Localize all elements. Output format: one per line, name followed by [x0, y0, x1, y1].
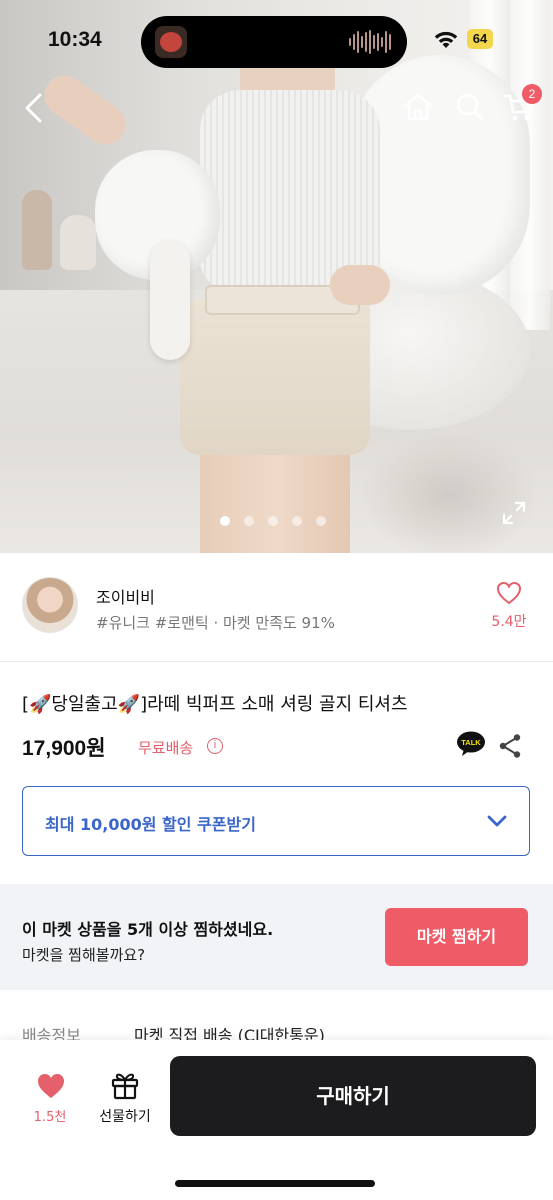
chevron-down-icon [487, 815, 507, 827]
carousel-dot[interactable] [244, 516, 254, 526]
share-icon[interactable] [498, 733, 522, 759]
gift-button[interactable]: 선물하기 [90, 1068, 160, 1138]
kakao-talk-icon[interactable]: TALK [456, 731, 486, 757]
carousel-pagination [220, 516, 326, 526]
back-arrow-icon[interactable] [22, 92, 46, 124]
status-time: 10:34 [48, 28, 102, 51]
market-follow-banner: 이 마켓 상품을 5개 이상 찜하셨네요. 마켓을 찜해볼까요? 마켓 찜하기 [0, 884, 553, 990]
knit-top [200, 90, 380, 290]
vase [22, 190, 52, 270]
carousel-dot[interactable] [292, 516, 302, 526]
carousel-dot[interactable] [316, 516, 326, 526]
shipping-badge: 무료배송 [138, 739, 194, 757]
carousel-dot[interactable] [220, 516, 230, 526]
cart-count-badge: 2 [522, 84, 542, 104]
divider [0, 661, 553, 662]
buy-button[interactable]: 구매하기 [170, 1056, 536, 1136]
carousel-dot[interactable] [268, 516, 278, 526]
follow-market-button[interactable]: 마켓 찜하기 [385, 908, 528, 966]
vase [60, 215, 96, 270]
product-title: [🚀당일출고🚀]라떼 빅퍼프 소매 셔링 골지 티셔츠 [22, 694, 408, 715]
shoulder-bag [150, 240, 190, 360]
seller-name[interactable]: 조이비비 [96, 584, 155, 608]
like-button[interactable]: 1.5천 [20, 1068, 80, 1138]
shorts [180, 300, 370, 455]
audio-waveform-icon [349, 30, 391, 54]
model-legs [200, 445, 350, 553]
expand-icon[interactable] [502, 501, 526, 525]
coupon-label: 최대 10,000원 할인 쿠폰받기 [45, 815, 256, 834]
wifi-icon [434, 31, 458, 48]
bottom-action-bar: 1.5천 선물하기 구매하기 [0, 1040, 553, 1200]
info-icon[interactable]: i [207, 738, 223, 754]
seller-avatar[interactable] [22, 577, 78, 633]
seller-section[interactable]: 조이비비 #유니크 #로맨틱 · 마켓 만족도 91% 5.4만 [0, 553, 553, 661]
now-playing-app-icon [155, 26, 187, 58]
promo-headline: 이 마켓 상품을 5개 이상 찜하셨네요. [22, 920, 274, 939]
svg-text:TALK: TALK [461, 738, 481, 747]
seller-favorite-count: 5.4만 [491, 614, 527, 630]
seller-tags: #유니크 #로맨틱 · 마켓 만족도 91% [96, 614, 335, 632]
dynamic-island[interactable] [141, 16, 407, 68]
model-hand [330, 265, 390, 305]
gift-icon [111, 1073, 139, 1100]
home-icon[interactable] [402, 92, 434, 122]
coupon-download-button[interactable]: 최대 10,000원 할인 쿠폰받기 [22, 786, 530, 856]
heart-outline-icon[interactable] [496, 581, 522, 605]
table-shadow [360, 430, 540, 553]
heart-filled-icon [38, 1074, 64, 1098]
battery-indicator: 64 [467, 29, 493, 49]
product-price: 17,900원 [22, 737, 106, 760]
product-image-carousel[interactable] [0, 0, 553, 553]
like-count: 1.5천 [33, 1110, 67, 1125]
promo-subtext: 마켓을 찜해볼까요? [22, 946, 146, 964]
search-icon[interactable] [455, 92, 485, 122]
home-indicator [175, 1180, 375, 1187]
gift-label: 선물하기 [99, 1109, 151, 1125]
